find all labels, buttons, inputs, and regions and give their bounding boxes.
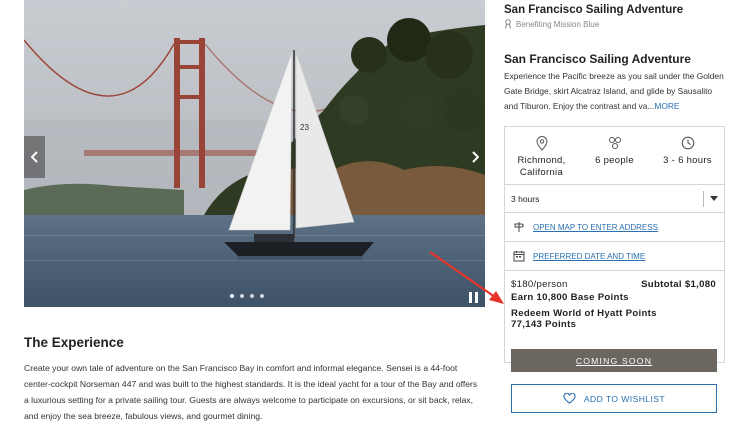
duration-value: 3 - 6 hours xyxy=(663,155,712,166)
heart-icon xyxy=(563,393,576,404)
booking-panel: Richmond, California 6 people 3 - 6 hour… xyxy=(504,126,725,372)
chevron-right-icon xyxy=(471,151,479,163)
ribbon-icon xyxy=(505,19,511,29)
subtotal: Subtotal $1,080 xyxy=(641,279,716,290)
chevron-left-icon xyxy=(30,151,38,163)
redeem-points: 77,143 Points xyxy=(511,319,577,330)
carousel-prev-button[interactable] xyxy=(24,136,45,178)
stat-location: Richmond, California xyxy=(505,127,578,184)
sail-number: 23 xyxy=(300,123,309,132)
people-icon xyxy=(608,136,621,149)
carousel-dot[interactable] xyxy=(240,294,244,298)
wishlist-label: ADD TO WISHLIST xyxy=(583,393,666,404)
location-value: Richmond, California xyxy=(517,155,566,178)
listing-description: Experience the Pacific breeze as you sai… xyxy=(504,69,726,114)
more-link[interactable]: MORE xyxy=(654,101,679,111)
carousel-dot[interactable] xyxy=(230,294,234,298)
add-to-wishlist-button[interactable]: ADD TO WISHLIST xyxy=(511,384,717,413)
calendar-icon xyxy=(513,251,525,262)
carousel-dots xyxy=(230,294,264,298)
listing-title: San Francisco Sailing Adventure xyxy=(504,52,691,66)
date-row[interactable]: PREFERRED DATE AND TIME xyxy=(505,242,724,271)
benefit-line: Benefiting Mission Blue xyxy=(504,19,599,29)
stat-people: 6 people xyxy=(578,127,651,184)
preferred-date-link[interactable]: PREFERRED DATE AND TIME xyxy=(533,252,645,261)
carousel-dot[interactable] xyxy=(250,294,254,298)
experience-title: The Experience xyxy=(24,335,124,350)
listing-description-text: Experience the Pacific breeze as you sai… xyxy=(504,71,724,111)
stats-row: Richmond, California 6 people 3 - 6 hour… xyxy=(505,127,724,185)
location-pin-icon xyxy=(535,135,548,151)
people-value: 6 people xyxy=(595,155,634,166)
signpost-icon xyxy=(514,222,525,232)
experience-description: Create your own tale of adventure on the… xyxy=(24,363,478,421)
coming-soon-button[interactable]: COMING SOON xyxy=(511,349,717,372)
earn-points: Earn 10,800 Base Points xyxy=(511,292,629,303)
open-map-link[interactable]: OPEN MAP TO ENTER ADDRESS xyxy=(533,223,658,232)
carousel-next-button[interactable] xyxy=(464,136,485,178)
carousel-dot[interactable] xyxy=(260,294,264,298)
clock-icon xyxy=(681,136,694,150)
address-row[interactable]: OPEN MAP TO ENTER ADDRESS xyxy=(505,213,724,242)
image-carousel[interactable]: 23 xyxy=(24,0,485,307)
pause-icon xyxy=(469,292,472,303)
page-title: San Francisco Sailing Adventure xyxy=(504,4,684,16)
redeem-label: Redeem World of Hyatt Points xyxy=(511,308,657,319)
duration-select-value: 3 hours xyxy=(511,193,540,204)
caret-down-icon xyxy=(710,196,718,201)
sailboat-photo: 23 xyxy=(24,0,485,307)
duration-select[interactable]: 3 hours xyxy=(505,185,724,213)
carousel-pause-button[interactable] xyxy=(469,292,481,304)
benefit-text: Benefiting Mission Blue xyxy=(516,19,600,29)
pricing-section: $180/person Subtotal $1,080 Earn 10,800 … xyxy=(505,271,724,372)
stat-duration: 3 - 6 hours xyxy=(651,127,724,184)
